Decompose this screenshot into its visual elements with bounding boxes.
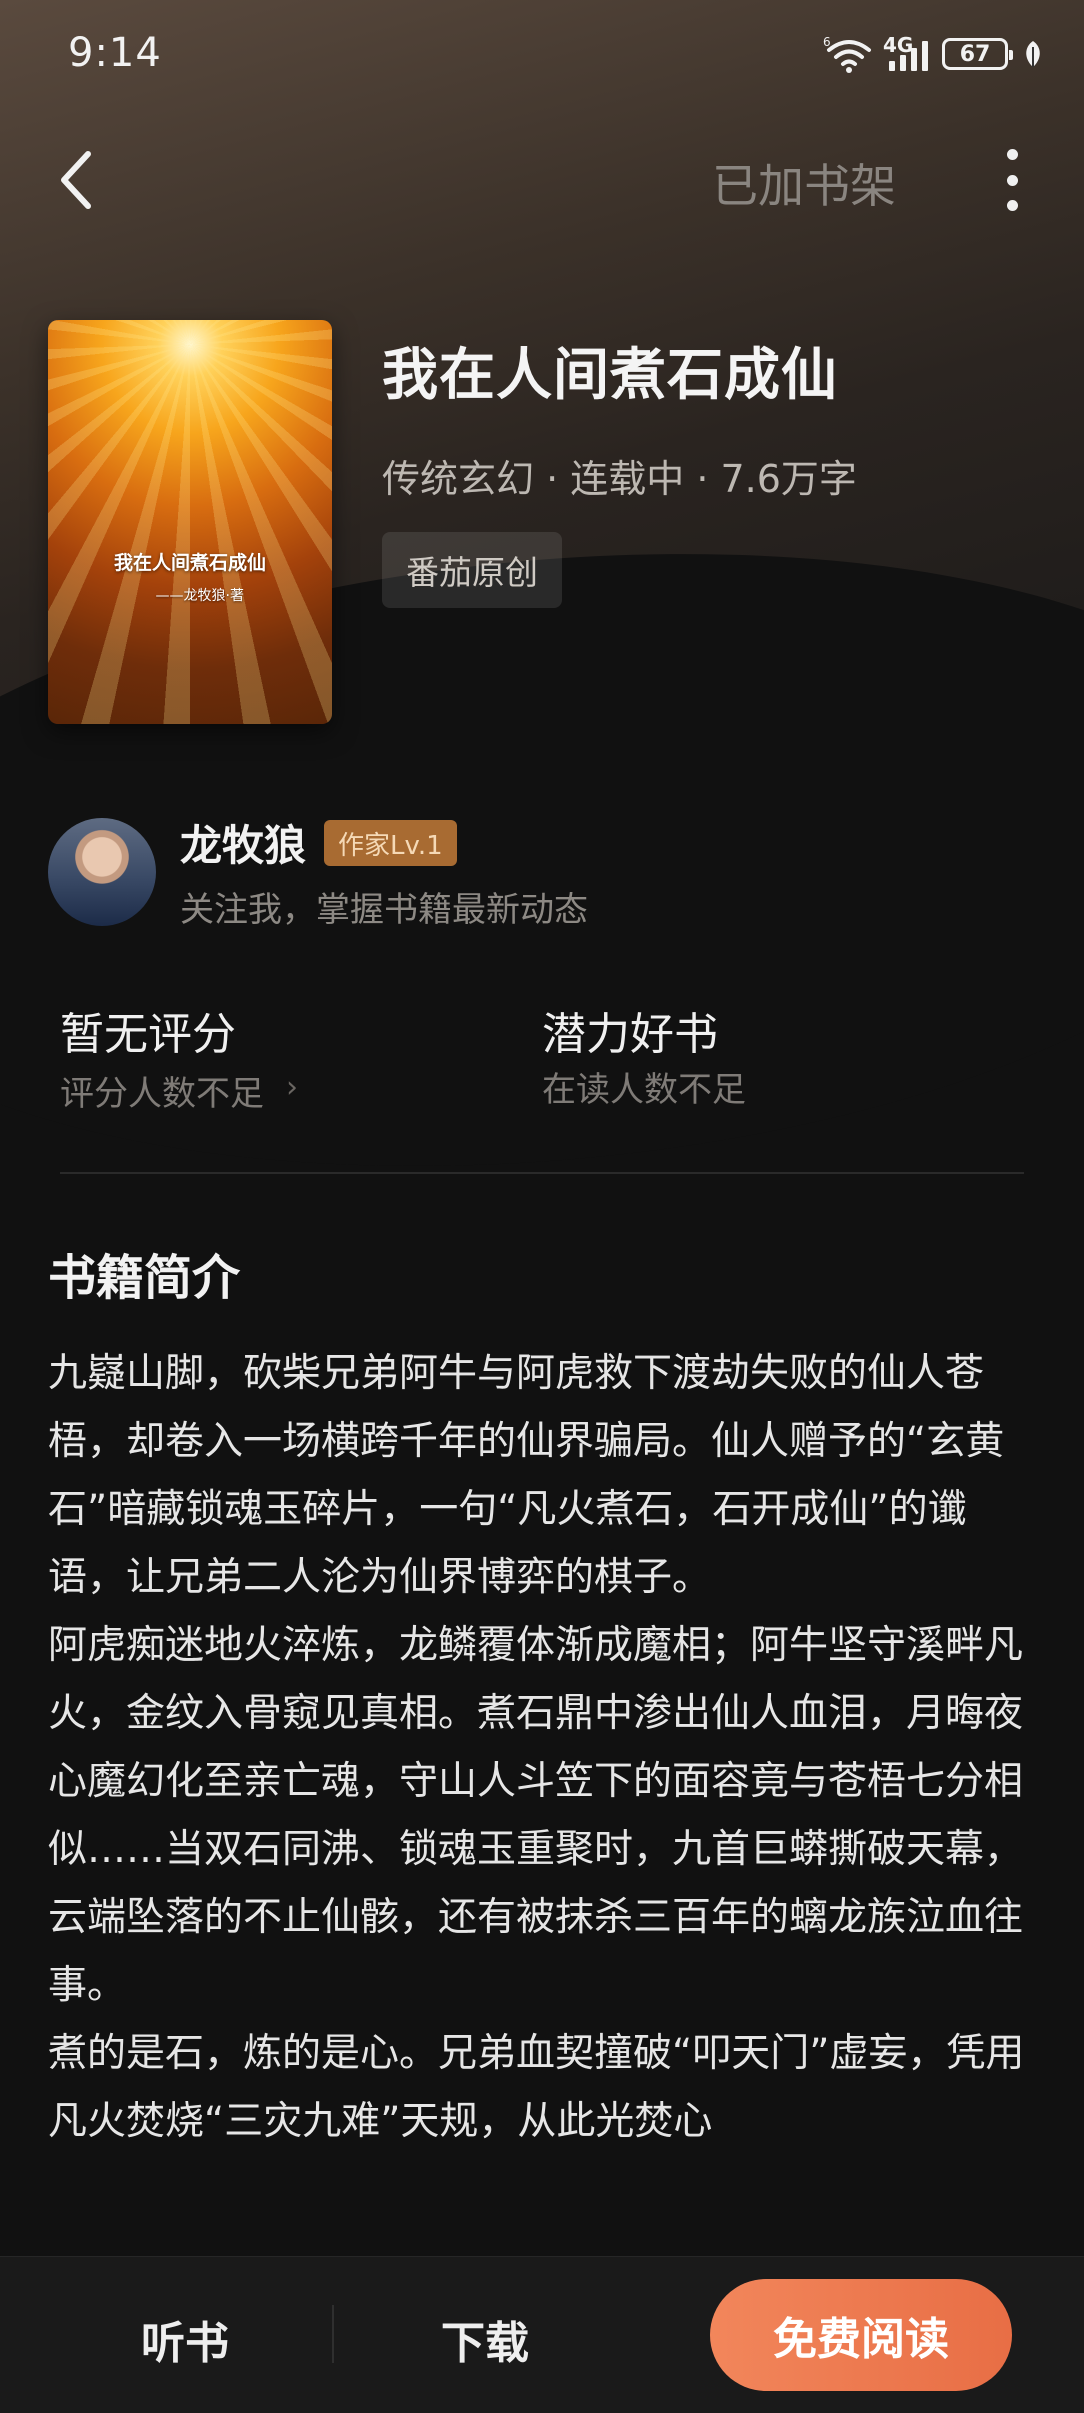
intro-paragraph: 煮的是石，炼的是心。兄弟血契撞破“叩天门”虚妄，凭用凡火焚烧“三灾九难”天规，从… xyxy=(48,2031,1025,2144)
intro-paragraph: 阿虎痴迷地火淬炼，龙鳞覆体渐成魔相；阿牛坚守溪畔凡火，金纹入骨窥见真相。煮石鼎中… xyxy=(48,1623,1024,2008)
book-title: 我在人间煮石成仙 xyxy=(382,343,838,408)
more-options-button[interactable] xyxy=(990,145,1034,215)
network-type-label: 4G xyxy=(883,33,914,57)
bar-divider xyxy=(332,2305,334,2363)
potential-subtitle: 在读人数不足 xyxy=(542,1070,746,1110)
svg-text:6: 6 xyxy=(823,35,831,49)
chevron-left-icon xyxy=(61,151,91,209)
status-time: 9:14 xyxy=(68,30,162,76)
potential-title: 潜力好书 xyxy=(542,1009,718,1060)
author-name[interactable]: 龙牧狼 xyxy=(180,812,306,873)
back-button[interactable] xyxy=(50,140,110,220)
author-follow-hint[interactable]: 关注我，掌握书籍最新动态 xyxy=(180,882,588,931)
book-meta: 传统玄幻 · 连载中 · 7.6万字 xyxy=(382,457,857,501)
intro-paragraph: 九嶷山脚，砍柴兄弟阿牛与阿虎救下渡劫失败的仙人苍梧，却卷入一场横跨千年的仙界骗局… xyxy=(48,1351,1005,1600)
intro-heading: 书籍简介 xyxy=(48,1250,241,1306)
cover-author: ——龙牧狼·著 xyxy=(155,588,244,604)
rating-subtitle[interactable]: 评分人数不足 xyxy=(60,1066,264,1115)
rating-title[interactable]: 暂无评分 xyxy=(60,998,236,1062)
intro-fade xyxy=(0,2190,1084,2256)
more-vertical-icon-dot xyxy=(1006,149,1018,160)
more-vertical-icon-dot xyxy=(1006,174,1018,186)
listen-button[interactable]: 听书 xyxy=(100,2307,270,2371)
status-bar: 9:14 6 4G 67 xyxy=(0,0,1084,110)
cover-title: 我在人间煮石成仙 xyxy=(113,552,266,574)
section-divider xyxy=(60,1172,1024,1174)
more-vertical-icon-dot xyxy=(1006,200,1018,211)
battery-indicator: 67 xyxy=(942,38,1013,70)
book-cover[interactable]: 我在人间煮石成仙 ——龙牧狼·著 xyxy=(48,320,332,724)
cover-art xyxy=(48,320,332,724)
chevron-right-icon: › xyxy=(286,1070,298,1105)
intro-body[interactable]: 九嶷山脚，砍柴兄弟阿牛与阿虎救下渡劫失败的仙人苍梧，却卷入一场横跨千年的仙界骗局… xyxy=(48,1340,1028,2256)
free-read-button[interactable]: 免费阅读 xyxy=(710,2279,1012,2391)
download-button[interactable]: 下载 xyxy=(400,2307,570,2371)
leaf-icon xyxy=(1022,39,1044,69)
signal-group: 4G xyxy=(883,33,928,71)
bottom-action-bar: 听书 下载 免费阅读 xyxy=(0,2256,1084,2413)
status-icons: 6 4G 67 xyxy=(823,32,1044,76)
author-avatar[interactable] xyxy=(48,818,156,926)
wifi-icon: 6 xyxy=(823,34,875,74)
added-to-shelf-button[interactable]: 已加书架 xyxy=(712,150,896,216)
author-level-badge: 作家Lv.1 xyxy=(324,820,457,866)
original-tag-badge: 番茄原创 xyxy=(382,532,562,608)
